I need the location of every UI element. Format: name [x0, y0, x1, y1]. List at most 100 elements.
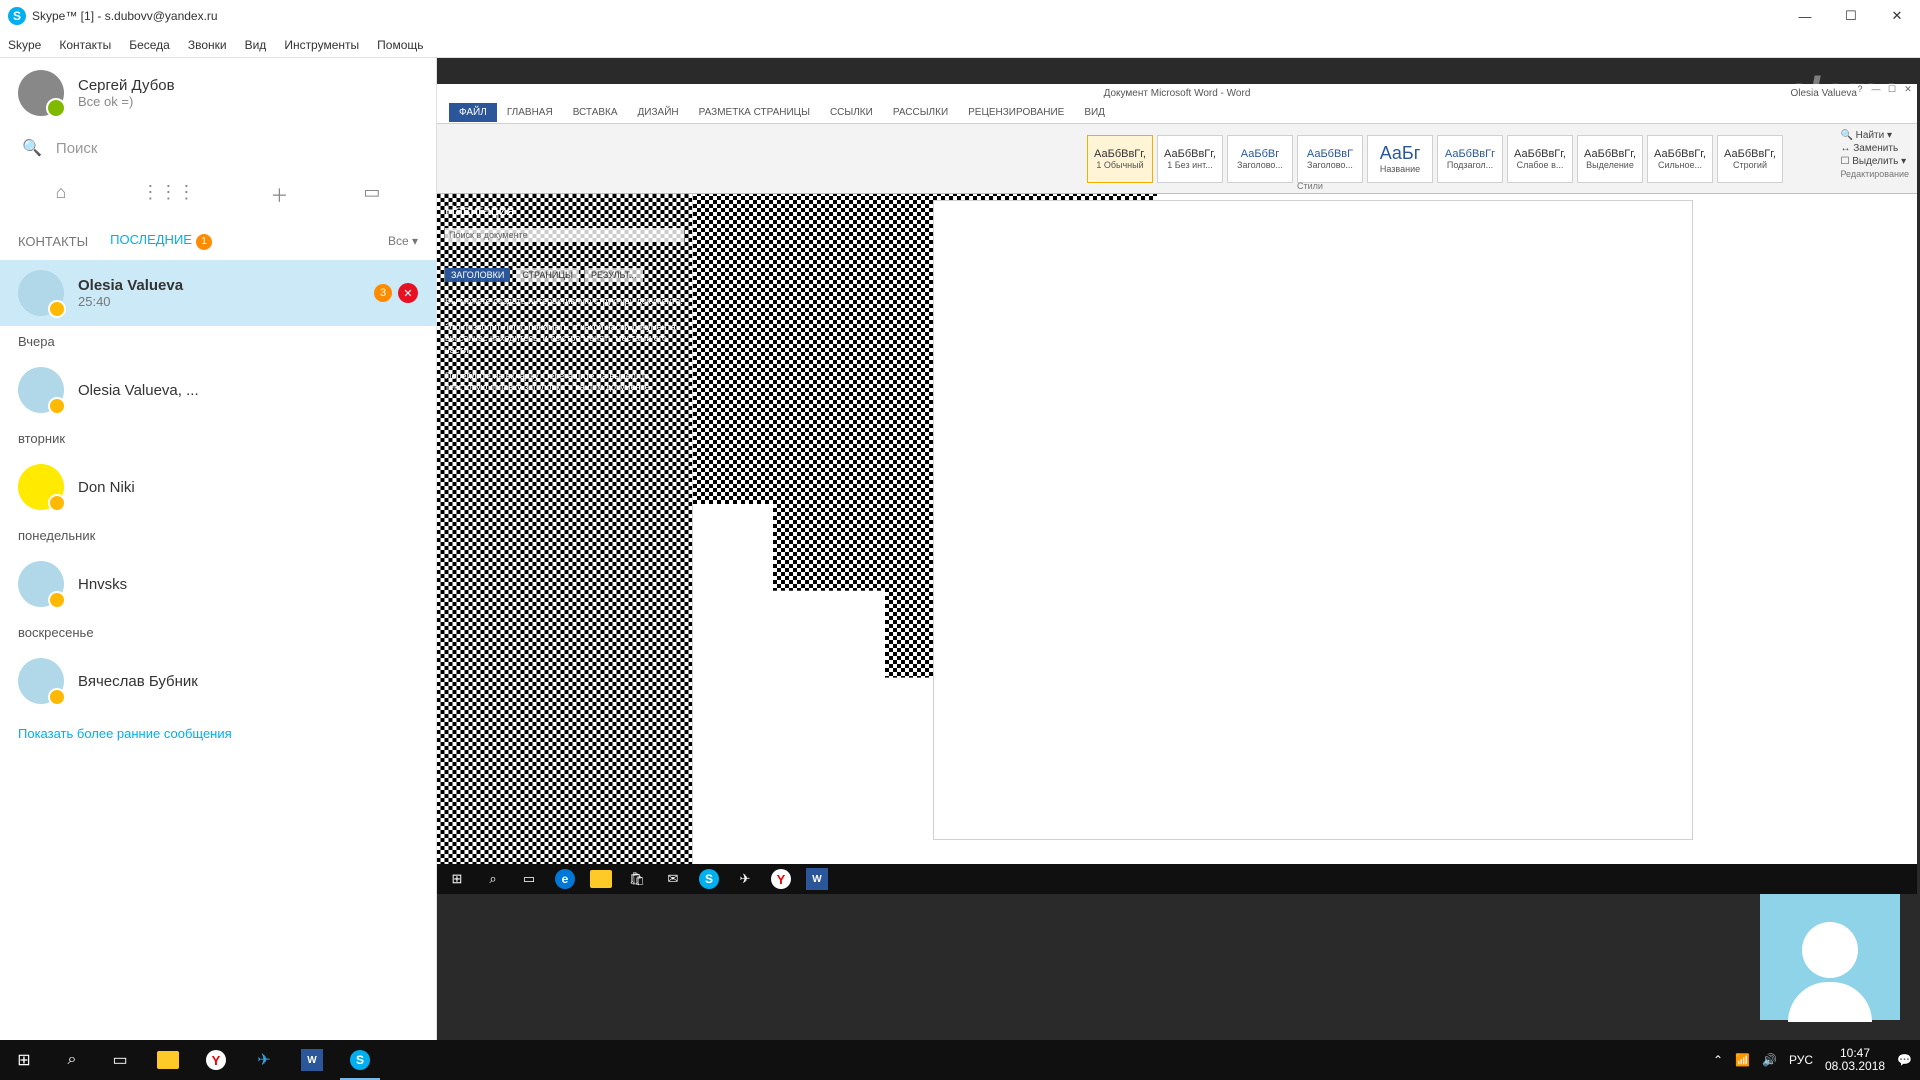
- profile-row[interactable]: Сергей Дубов Все ok =): [0, 58, 436, 128]
- word-title: Документ Microsoft Word - Word: [1104, 88, 1251, 99]
- explorer-button[interactable]: [144, 1040, 192, 1080]
- menu-contacts[interactable]: Контакты: [59, 38, 111, 52]
- menu-skype[interactable]: Skype: [8, 38, 41, 52]
- style-subtitle[interactable]: АаБбВвГгПодзагол...: [1437, 135, 1503, 183]
- style-strong[interactable]: АаБбВвГг,Строгий: [1717, 135, 1783, 183]
- tray-notifications-icon[interactable]: 💬: [1897, 1053, 1912, 1067]
- dialpad-icon[interactable]: ⋮⋮⋮: [141, 182, 195, 208]
- word-restore-icon[interactable]: ☐: [1885, 84, 1899, 98]
- start-button[interactable]: ⊞: [0, 1040, 48, 1080]
- home-icon[interactable]: ⌂: [56, 182, 67, 208]
- shared-store-icon[interactable]: 🛍: [625, 867, 649, 891]
- nav-tab-pages[interactable]: СТРАНИЦЫ: [516, 268, 579, 282]
- section-monday: понедельник: [0, 520, 436, 551]
- shared-explorer-icon[interactable]: [589, 867, 613, 891]
- menu-tools[interactable]: Инструменты: [284, 38, 359, 52]
- shared-screen: Документ Microsoft Word - Word Olesia Va…: [437, 84, 1917, 894]
- word-close-icon[interactable]: ✕: [1901, 84, 1915, 98]
- list-item[interactable]: Вячеслав Бубник: [0, 648, 436, 714]
- style-emphasis[interactable]: АаБбВвГг,Выделение: [1577, 135, 1643, 183]
- style-normal[interactable]: АаБбВвГг,1 Обычный: [1087, 135, 1153, 183]
- search-row[interactable]: 🔍 Поиск: [0, 128, 436, 168]
- find-button[interactable]: 🔍 Найти ▾: [1840, 130, 1909, 141]
- ribbon-tab-review[interactable]: РЕЦЕНЗИРОВАНИЕ: [958, 103, 1074, 122]
- maximize-button[interactable]: ☐: [1828, 0, 1874, 32]
- ribbon-tab-view[interactable]: ВИД: [1074, 103, 1115, 122]
- editing-label: Редактирование: [1840, 169, 1909, 179]
- menu-help[interactable]: Помощь: [377, 38, 423, 52]
- ribbon-tab-references[interactable]: ССЫЛКИ: [820, 103, 883, 122]
- menu-conversation[interactable]: Беседа: [129, 38, 170, 52]
- tray-volume-icon[interactable]: 🔊: [1762, 1053, 1777, 1067]
- tray-lang[interactable]: РУС: [1789, 1053, 1813, 1067]
- shared-telegram-icon[interactable]: ✈: [733, 867, 757, 891]
- shared-skype-icon[interactable]: S: [697, 867, 721, 891]
- document-page: [933, 200, 1693, 840]
- ribbon-tab-mailings[interactable]: РАССЫЛКИ: [883, 103, 958, 122]
- section-yesterday: Вчера: [0, 326, 436, 357]
- filter-button[interactable]: Все ▾: [388, 234, 418, 248]
- word-help-icon[interactable]: ?: [1853, 84, 1867, 98]
- nav-hint2: Это позволит легко понимать, в какой час…: [445, 322, 684, 357]
- shared-search-icon[interactable]: ⌕: [481, 867, 505, 891]
- style-heading1[interactable]: АаБбВгЗаголово...: [1227, 135, 1293, 183]
- tray-chevron-icon[interactable]: ⌃: [1713, 1053, 1723, 1067]
- list-item[interactable]: Olesia Valueva, ...: [0, 357, 436, 423]
- replace-button[interactable]: ↔ Заменить: [1840, 143, 1909, 154]
- taskbar: ⊞ ⌕ ▭ Y ✈ W S ⌃ 📶 🔊 РУС 10:47 08.03.2018…: [0, 1040, 1920, 1080]
- list-item[interactable]: Don Niki: [0, 454, 436, 520]
- contact-avatar: [18, 270, 64, 316]
- contact-active[interactable]: Olesia Valueva 25:40 3 ✕: [0, 260, 436, 326]
- menu-view[interactable]: Вид: [245, 38, 267, 52]
- shared-taskview-icon[interactable]: ▭: [517, 867, 541, 891]
- style-intense[interactable]: АаБбВвГг,Сильное...: [1647, 135, 1713, 183]
- call-self-preview[interactable]: [1760, 880, 1900, 1020]
- shared-mail-icon[interactable]: ✉: [661, 867, 685, 891]
- shared-edge-icon[interactable]: e: [553, 867, 577, 891]
- style-title[interactable]: АаБгНазвание: [1367, 135, 1433, 183]
- tray-clock[interactable]: 10:47 08.03.2018: [1825, 1047, 1885, 1073]
- hangup-icon[interactable]: ✕: [398, 283, 418, 303]
- select-button[interactable]: ☐ Выделить ▾: [1840, 156, 1909, 167]
- list-item[interactable]: Hnvsks: [0, 551, 436, 617]
- nav-tab-headings[interactable]: ЗАГОЛОВКИ: [445, 268, 510, 282]
- ribbon-tab-home[interactable]: ГЛАВНАЯ: [497, 103, 563, 122]
- group-icon[interactable]: ▭: [363, 182, 380, 208]
- contact-duration: 25:40: [78, 294, 183, 309]
- word-min-icon[interactable]: —: [1869, 84, 1883, 98]
- self-avatar: [18, 70, 64, 116]
- shared-start-icon[interactable]: ⊞: [445, 867, 469, 891]
- style-nospacing[interactable]: АаБбВвГг,1 Без инт...: [1157, 135, 1223, 183]
- self-status: Все ok =): [78, 94, 175, 109]
- taskview-button[interactable]: ▭: [96, 1040, 144, 1080]
- styles-gallery[interactable]: АаБбВвГг,1 Обычный АаБбВвГг,1 Без инт...…: [1087, 135, 1783, 183]
- yandex-button[interactable]: Y: [192, 1040, 240, 1080]
- ribbon-tab-insert[interactable]: ВСТАВКА: [563, 103, 628, 122]
- show-more-link[interactable]: Показать более ранние сообщения: [0, 714, 436, 753]
- ribbon-tab-design[interactable]: ДИЗАЙН: [628, 103, 689, 122]
- nav-tab-results[interactable]: РЕЗУЛЬТ...: [585, 268, 642, 282]
- close-button[interactable]: ✕: [1874, 0, 1920, 32]
- tray-wifi-icon[interactable]: 📶: [1735, 1053, 1750, 1067]
- skype-button[interactable]: S: [336, 1040, 384, 1080]
- editing-group: 🔍 Найти ▾ ↔ Заменить ☐ Выделить ▾ Редакт…: [1840, 130, 1909, 181]
- minimize-button[interactable]: —: [1782, 0, 1828, 32]
- nav-hint1: Вы можете создать интерактивную структур…: [445, 296, 684, 308]
- word-button[interactable]: W: [288, 1040, 336, 1080]
- telegram-button[interactable]: ✈: [240, 1040, 288, 1080]
- shared-word-icon[interactable]: W: [805, 867, 829, 891]
- tab-recent[interactable]: ПОСЛЕДНИЕ1: [110, 232, 212, 250]
- shared-yandex-icon[interactable]: Y: [769, 867, 793, 891]
- menu-calls[interactable]: Звонки: [188, 38, 227, 52]
- document-area[interactable]: [693, 194, 1917, 874]
- style-heading2[interactable]: АаБбВвГЗаголово...: [1297, 135, 1363, 183]
- add-contact-icon[interactable]: ＋: [270, 182, 288, 208]
- self-name: Сергей Дубов: [78, 77, 175, 94]
- ribbon-tab-file[interactable]: ФАЙЛ: [449, 103, 497, 122]
- styles-label: Стили: [1297, 181, 1323, 191]
- ribbon-tab-layout[interactable]: РАЗМЕТКА СТРАНИЦЫ: [689, 103, 820, 122]
- nav-search[interactable]: Поиск в документе: [445, 228, 684, 242]
- search-button[interactable]: ⌕: [48, 1040, 96, 1080]
- tab-contacts[interactable]: КОНТАКТЫ: [18, 234, 88, 249]
- style-subtle[interactable]: АаБбВвГг,Слабое в...: [1507, 135, 1573, 183]
